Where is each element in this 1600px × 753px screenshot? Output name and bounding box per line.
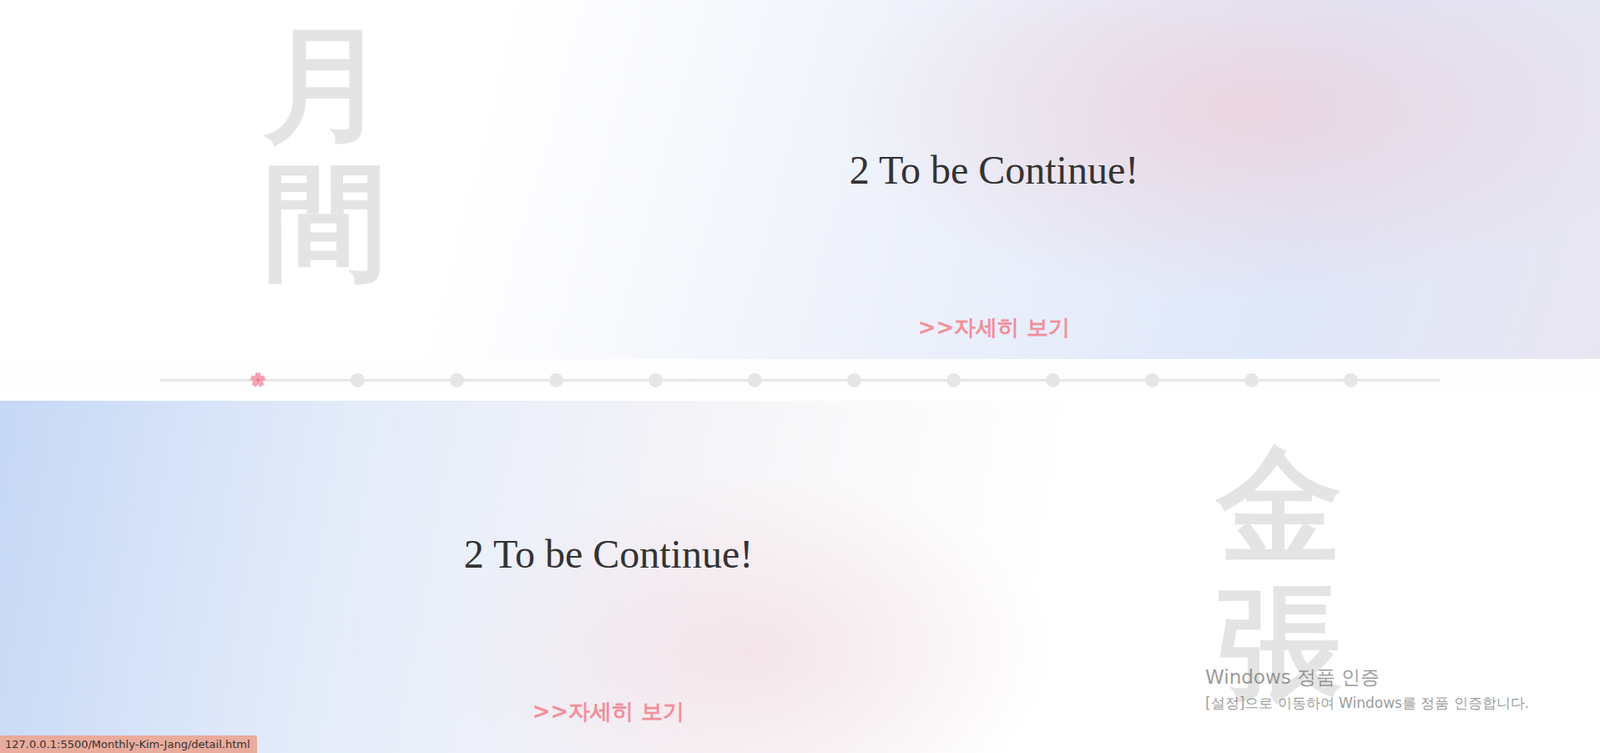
timeline-node[interactable] bbox=[1342, 363, 1359, 397]
watermark-title: Windows 정품 인증 bbox=[1205, 664, 1530, 691]
month-section: 月間 2 To be Continue! >>자세히 보기 bbox=[0, 0, 1600, 359]
timeline-dot bbox=[1244, 373, 1259, 388]
timeline-dot bbox=[1145, 373, 1160, 388]
section-content: 2 To be Continue! >>자세히 보기 bbox=[0, 400, 1217, 753]
status-bar: 127.0.0.1:5500/Monthly-Kim-Jang/detail.h… bbox=[0, 735, 258, 753]
timeline-dot bbox=[747, 373, 763, 388]
timeline-node[interactable] bbox=[944, 363, 962, 397]
timeline-dot bbox=[847, 373, 862, 388]
section-title: 2 To be Continue! bbox=[464, 529, 753, 579]
timeline-dot bbox=[350, 373, 365, 388]
timeline-dot bbox=[946, 373, 961, 388]
timeline-node[interactable] bbox=[348, 363, 366, 397]
timeline-node[interactable] bbox=[1242, 363, 1260, 397]
timeline-dot bbox=[549, 373, 564, 388]
timeline-node[interactable] bbox=[646, 363, 664, 397]
cherry-blossom-icon bbox=[249, 363, 267, 396]
timeline-dot bbox=[1045, 373, 1060, 388]
activation-watermark: Windows 정품 인증[설정]으로 이동하여 Windows를 정품 인증합… bbox=[1205, 664, 1530, 713]
more-link[interactable]: >>자세히 보기 bbox=[527, 695, 691, 728]
timeline-node[interactable] bbox=[547, 363, 565, 397]
timeline-dot bbox=[1343, 373, 1358, 388]
more-link[interactable]: >>자세히 보기 bbox=[913, 311, 1076, 344]
vertical-title: 月間 bbox=[262, 0, 389, 359]
timeline-node[interactable] bbox=[249, 363, 267, 397]
section-content: 2 To be Continue! >>자세히 보기 bbox=[388, 0, 1600, 359]
section-title: 2 To be Continue! bbox=[849, 146, 1139, 195]
watermark-subtitle: [설정]으로 이동하여 Windows를 정품 인증합니다. bbox=[1205, 693, 1530, 713]
timeline-node[interactable] bbox=[1143, 363, 1161, 397]
timeline-node[interactable] bbox=[746, 363, 763, 397]
timeline-node[interactable] bbox=[845, 363, 863, 397]
timeline-node[interactable] bbox=[448, 363, 465, 397]
timeline bbox=[0, 358, 1600, 401]
page: 月間2 To be Continue!>>자세히 보기金張2 To be Con… bbox=[0, 0, 1600, 753]
timeline-node[interactable] bbox=[1044, 363, 1061, 397]
timeline-track bbox=[160, 363, 1440, 397]
timeline-dot bbox=[648, 373, 663, 388]
timeline-dot bbox=[449, 373, 465, 388]
